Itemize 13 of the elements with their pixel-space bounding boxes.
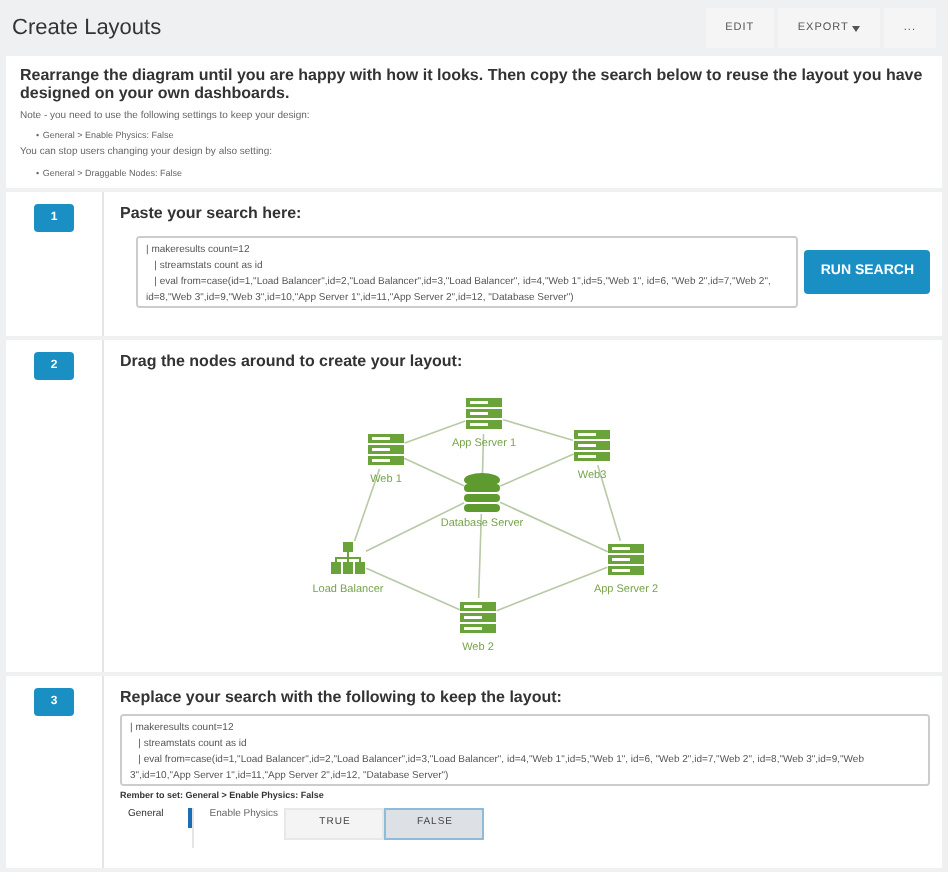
database-icon[interactable] <box>464 473 500 512</box>
server-icon[interactable] <box>368 434 404 465</box>
step-title: Paste your search here: <box>120 202 304 226</box>
server-icon[interactable] <box>460 602 496 633</box>
server-icon[interactable] <box>608 544 644 575</box>
step-title: Replace your search with the following to keep the layout: <box>120 686 564 710</box>
network-icon[interactable] <box>331 542 365 574</box>
server-icon[interactable] <box>574 430 610 461</box>
server-icon[interactable] <box>466 398 502 429</box>
instructions-heading: Rearrange the diagram until you are happy with how it looks. Then copy the search below to reuse the layout you have designed on your own dashboards. <box>20 68 925 104</box>
step-title: Drag the nodes around to create your layout: <box>120 350 465 374</box>
page-title: Create Layouts <box>12 13 162 44</box>
caret-icon <box>852 25 861 31</box>
